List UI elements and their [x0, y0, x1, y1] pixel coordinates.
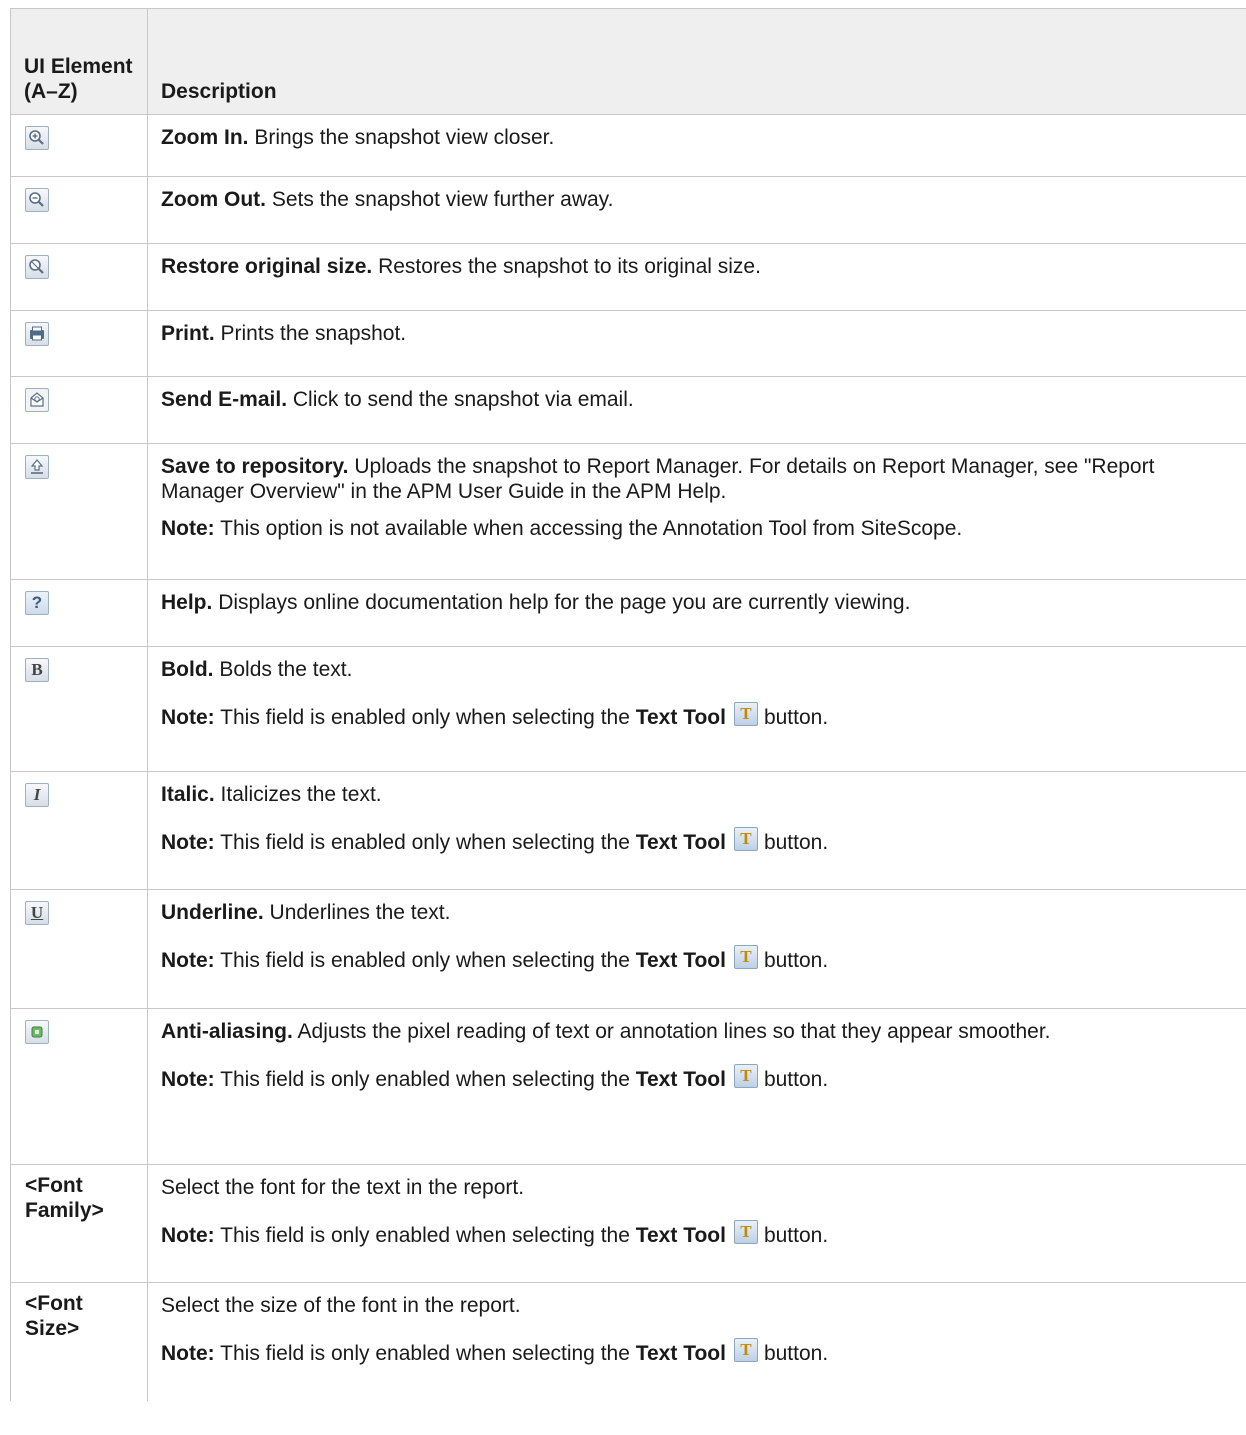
text-tool-icon: T: [733, 1338, 758, 1362]
row-description: Select the font for the text in the repo…: [161, 1176, 525, 1199]
text-tool-icon: T: [733, 945, 758, 969]
row-description: Select the size of the font in the repor…: [161, 1294, 521, 1317]
row-title: Restore original size.: [161, 255, 373, 278]
table-row: Print. Prints the snapshot.: [10, 310, 1246, 377]
font-size-element: <Font Size>: [10, 1282, 148, 1401]
help-icon: ?: [25, 591, 49, 615]
note-label: Note:: [161, 706, 215, 729]
ui-elements-table: UI Element (A–Z) Description Zoom In. Br…: [10, 8, 1246, 1401]
row-title: Italic.: [161, 783, 215, 806]
zoom-in-icon: [25, 126, 49, 150]
row-description: Displays online documentation help for t…: [218, 591, 911, 614]
text-tool-label: Text Tool: [635, 831, 726, 854]
row-description: Brings the snapshot view closer.: [254, 126, 555, 149]
row-description: Prints the snapshot.: [220, 322, 407, 345]
underline-icon: U: [25, 901, 49, 925]
note-text: This field is enabled only when selectin…: [220, 949, 630, 972]
table-row: U Underline. Underlines the text. Note: …: [10, 889, 1246, 1009]
row-title: Save to repository.: [161, 455, 349, 478]
text-tool-icon: T: [733, 1064, 758, 1088]
row-title: Zoom Out.: [161, 188, 266, 211]
row-description: Bolds the text.: [219, 658, 353, 681]
italic-icon: I: [25, 783, 49, 807]
table-header-row: UI Element (A–Z) Description: [10, 8, 1246, 115]
restore-size-icon: [25, 255, 49, 279]
note-label: Note:: [161, 1342, 215, 1365]
text-tool-icon: T: [733, 827, 758, 851]
note-text: This field is only enabled when selectin…: [220, 1224, 630, 1247]
note-suffix: button.: [763, 706, 829, 729]
print-icon: [25, 322, 49, 346]
text-tool-icon: T: [733, 1220, 758, 1244]
zoom-out-icon: [25, 188, 49, 212]
note-text: This field is only enabled when selectin…: [220, 1342, 630, 1365]
text-tool-label: Text Tool: [635, 1224, 726, 1247]
note-text: This field is only enabled when selectin…: [220, 1068, 630, 1091]
row-title: Zoom In.: [161, 126, 249, 149]
row-title: Anti-aliasing.: [161, 1020, 293, 1043]
note-text: This field is enabled only when selectin…: [220, 706, 630, 729]
text-tool-label: Text Tool: [635, 1068, 726, 1091]
row-title: Underline.: [161, 901, 264, 924]
row-description: Restores the snapshot to its original si…: [378, 255, 761, 278]
row-title: Print.: [161, 322, 215, 345]
table-row: Zoom Out. Sets the snapshot view further…: [10, 176, 1246, 244]
note-label: Note:: [161, 949, 215, 972]
table-row: I Italic. Italicizes the text. Note: Thi…: [10, 771, 1246, 890]
note-label: Note:: [161, 831, 215, 854]
note-suffix: button.: [763, 1224, 829, 1247]
note-label: Note:: [161, 1224, 215, 1247]
row-description: Sets the snapshot view further away.: [271, 188, 614, 211]
table-row: Send E-mail. Click to send the snapshot …: [10, 376, 1246, 444]
note-suffix: button.: [763, 949, 829, 972]
table-row: Restore original size. Restores the snap…: [10, 243, 1246, 311]
table-row: ? Help. Displays online documentation he…: [10, 579, 1246, 647]
header-description: Description: [147, 8, 1246, 115]
table-row: B Bold. Bolds the text. Note: This field…: [10, 646, 1246, 772]
row-title: Bold.: [161, 658, 214, 681]
note-suffix: button.: [763, 1342, 829, 1365]
header-ui-element: UI Element (A–Z): [10, 8, 148, 115]
note-suffix: button.: [763, 1068, 829, 1091]
anti-aliasing-icon: [25, 1020, 49, 1044]
row-description: Click to send the snapshot via email.: [292, 388, 634, 411]
row-title: Help.: [161, 591, 213, 614]
note-suffix: button.: [763, 831, 829, 854]
note-text: This option is not available when access…: [220, 517, 963, 540]
table-row: <Font Size> Select the size of the font …: [10, 1282, 1246, 1401]
text-tool-icon: T: [733, 702, 758, 726]
row-description: Adjusts the pixel reading of text or ann…: [297, 1020, 1051, 1043]
row-description: Italicizes the text.: [220, 783, 382, 806]
row-description: Underlines the text.: [269, 901, 451, 924]
table-row: Save to repository. Uploads the snapshot…: [10, 443, 1246, 580]
note-text: This field is enabled only when selectin…: [220, 831, 630, 854]
row-title: Send E-mail.: [161, 388, 288, 411]
note-label: Note:: [161, 517, 215, 540]
text-tool-label: Text Tool: [635, 706, 726, 729]
save-repository-icon: [25, 455, 49, 479]
font-family-element: <Font Family>: [10, 1164, 148, 1283]
table-row: Anti-aliasing. Adjusts the pixel reading…: [10, 1008, 1246, 1165]
note-label: Note:: [161, 1068, 215, 1091]
text-tool-label: Text Tool: [635, 949, 726, 972]
table-row: <Font Family> Select the font for the te…: [10, 1164, 1246, 1283]
send-email-icon: [25, 388, 49, 412]
table-row: Zoom In. Brings the snapshot view closer…: [10, 114, 1246, 177]
text-tool-label: Text Tool: [635, 1342, 726, 1365]
bold-icon: B: [25, 658, 49, 682]
